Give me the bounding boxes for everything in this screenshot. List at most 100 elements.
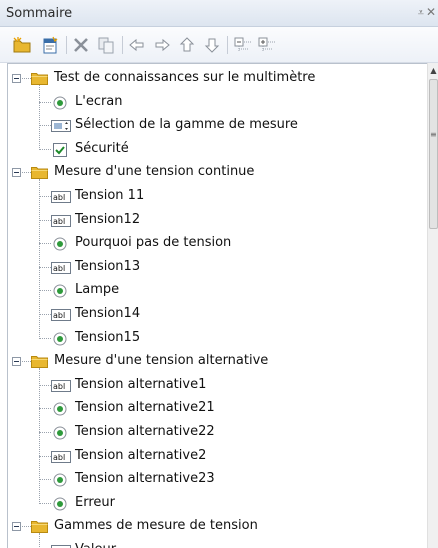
tree-group[interactable]: Test de connaissances sur le multimètre <box>8 67 418 90</box>
new-page-icon[interactable] <box>40 36 60 54</box>
tree-item[interactable]: Erreur <box>8 492 418 515</box>
arrow-up-icon[interactable] <box>177 36 197 54</box>
tree-connector <box>22 172 31 174</box>
tree-connector <box>39 432 51 433</box>
tree-item[interactable]: L'ecran <box>8 91 418 114</box>
tree-connector <box>39 290 51 292</box>
tree-item-label: Pourquoi pas de tension <box>75 235 232 251</box>
tree-item-label: Sécurité <box>75 140 129 156</box>
svg-text:abl: abl <box>53 264 65 273</box>
radio-icon <box>52 496 68 512</box>
tree-connector <box>39 479 51 481</box>
vertical-scrollbar[interactable]: ▲ ≡ <box>427 63 438 548</box>
tree-item[interactable]: abl Tension alternative1 <box>8 374 418 397</box>
radio-icon <box>52 331 68 347</box>
tree-item[interactable]: Tension alternative22 <box>8 421 418 444</box>
radio-icon <box>52 95 68 111</box>
tree-item[interactable]: Tension alternative23 <box>8 468 418 491</box>
tree-group[interactable]: Mesure d'une tension alternative <box>8 350 418 373</box>
tree-connector <box>39 455 51 457</box>
panel-title: Sommaire <box>6 6 73 21</box>
new-folder-icon[interactable] <box>12 36 32 54</box>
folder-icon <box>31 166 48 180</box>
tree-group[interactable]: Gammes de mesure de tension <box>8 515 418 538</box>
expand-all-icon[interactable] <box>257 36 277 54</box>
tree-item-label: Valeur <box>75 542 116 548</box>
collapse-all-icon[interactable] <box>233 36 253 54</box>
tree-connector <box>39 408 51 410</box>
radio-icon <box>52 236 68 252</box>
copy-icon[interactable] <box>96 36 116 54</box>
scrollbar-grip: ≡ <box>430 130 437 139</box>
folder-icon <box>31 520 48 534</box>
tree-connector <box>22 78 31 79</box>
tree-item[interactable]: abl Valeur <box>8 539 418 548</box>
text-field-icon: abl <box>51 307 71 323</box>
arrow-down-icon[interactable] <box>202 36 222 54</box>
tree-item[interactable]: abl Tension 11 <box>8 185 418 208</box>
tree-connector <box>39 337 51 339</box>
collapse-toggle-icon[interactable] <box>12 357 21 367</box>
tree-connector <box>39 101 51 103</box>
tree-item-label: Tension alternative1 <box>75 376 207 392</box>
pin-icon[interactable]: ⩡ <box>418 6 424 20</box>
collapse-toggle-icon[interactable] <box>12 168 21 178</box>
tree-item-label: Tension alternative21 <box>75 400 215 416</box>
tree-item[interactable]: abl Tension14 <box>8 303 418 326</box>
tree-connector <box>39 502 51 504</box>
panel-titlebar: Sommaire ⩡ ✕ <box>0 0 438 27</box>
tree-item-label: Tension 11 <box>75 188 145 203</box>
tree-item[interactable]: Pourquoi pas de tension <box>8 232 418 255</box>
text-field-icon: abl <box>51 449 71 465</box>
tree-group-label: Mesure d'une tension alternative <box>54 353 269 369</box>
svg-text:abl: abl <box>53 217 65 226</box>
collapse-toggle-icon[interactable] <box>12 74 21 83</box>
tree-group[interactable]: Mesure d'une tension continue <box>8 161 418 184</box>
svg-text:abl: abl <box>53 382 65 391</box>
tree-connector <box>39 367 40 504</box>
tree-item[interactable]: Sécurité <box>8 138 418 161</box>
delete-icon[interactable] <box>71 36 91 54</box>
tree-connector <box>22 526 31 528</box>
tree-item[interactable]: Tension alternative21 <box>8 397 418 420</box>
arrow-left-icon[interactable] <box>127 36 147 54</box>
tree-connector <box>39 148 51 150</box>
tree-item[interactable]: Sélection de la gamme de mesure <box>8 114 418 137</box>
tree-connector <box>39 243 51 245</box>
close-icon[interactable]: ✕ <box>426 5 436 19</box>
folder-icon <box>31 72 48 85</box>
text-field-icon: abl <box>51 189 71 205</box>
dropdown-list-icon <box>51 118 71 134</box>
tree-connector <box>39 196 51 197</box>
svg-text:abl: abl <box>53 453 65 462</box>
summary-tree: Test de connaissances sur le multimètre L… <box>7 63 427 548</box>
text-field-icon: abl <box>51 378 71 394</box>
tree-connector <box>39 125 51 127</box>
tree-connector <box>39 384 51 386</box>
tree-item[interactable]: Lampe <box>8 279 418 302</box>
arrow-right-icon[interactable] <box>152 36 172 54</box>
tree-item-label: Tension14 <box>75 306 141 321</box>
collapse-toggle-icon[interactable] <box>12 522 21 532</box>
text-field-icon: abl <box>51 260 71 276</box>
toolbar <box>0 27 438 63</box>
tree-item-label: Lampe <box>75 282 120 298</box>
tree-item[interactable]: abl Tension13 <box>8 256 418 279</box>
tree-item-label: Tension12 <box>75 211 141 227</box>
tree-item[interactable]: abl Tension alternative2 <box>8 445 418 468</box>
scrollbar-thumb[interactable] <box>429 79 438 229</box>
tree-connector <box>39 219 51 221</box>
tree-item[interactable]: abl Tension12 <box>8 209 418 232</box>
folder-icon <box>31 355 48 369</box>
text-field-icon: abl <box>51 543 71 548</box>
checkbox-icon <box>52 142 68 158</box>
tree-connector <box>39 314 51 315</box>
radio-icon <box>52 283 68 299</box>
svg-text:abl: abl <box>53 311 65 320</box>
scroll-up-icon[interactable]: ▲ <box>428 63 438 79</box>
radio-icon <box>52 472 68 488</box>
tree-item[interactable]: Tension15 <box>8 327 418 350</box>
tree-group-label: Test de connaissances sur le multimètre <box>54 70 316 85</box>
radio-icon <box>52 401 68 417</box>
tree-item-label: Sélection de la gamme de mesure <box>75 117 298 133</box>
